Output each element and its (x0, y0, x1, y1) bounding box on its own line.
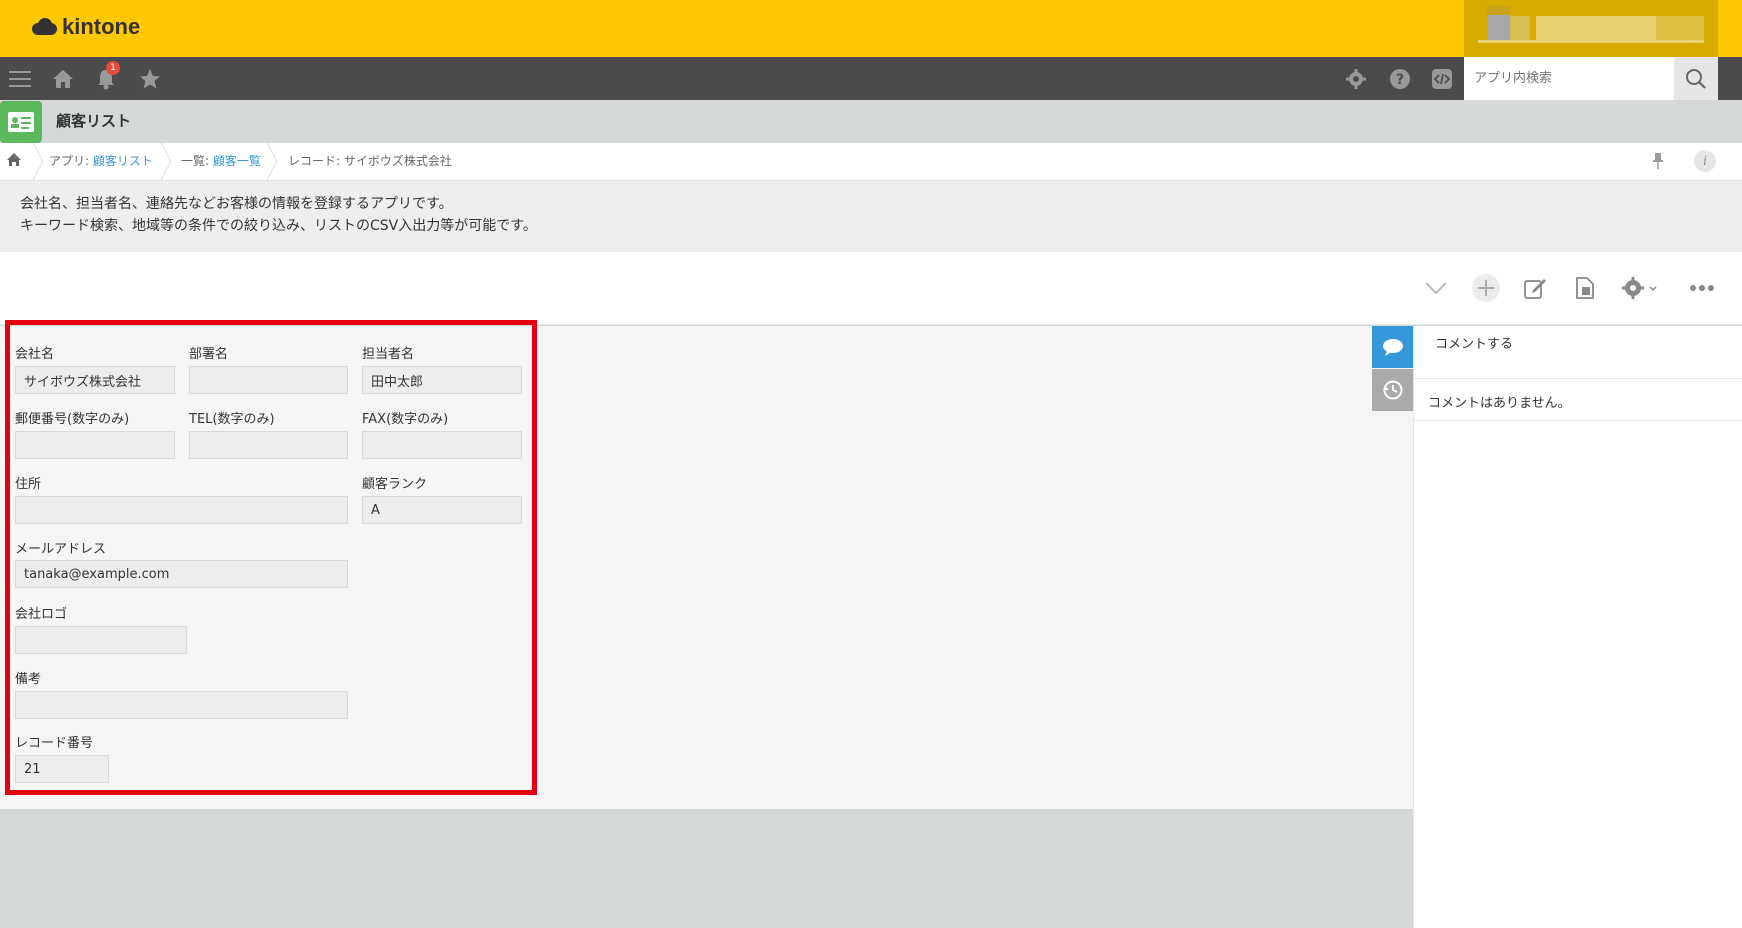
no-comments-text: コメントはありません。 (1428, 396, 1571, 411)
app-bar (0, 100, 1742, 143)
home-icon[interactable] (43, 57, 83, 100)
description-line: キーワード検索、地域等の条件での絞り込み、リストのCSV入出力等が可能です。 (20, 218, 537, 234)
description-line: 会社名、担当者名、連絡先などお客様の情報を登録するアプリです。 (20, 196, 453, 212)
comment-panel (1413, 326, 1742, 928)
breadcrumb-view-link[interactable]: 顧客一覧 (213, 154, 261, 168)
logo-text: kintone (62, 14, 141, 39)
notification-badge: 1 (106, 61, 120, 75)
user-extra-block (1656, 16, 1704, 40)
user-block (1510, 16, 1530, 40)
breadcrumb-separator (32, 143, 44, 180)
post-comment-button[interactable]: コメントする (1435, 333, 1513, 352)
comment-icon[interactable] (1372, 326, 1414, 368)
app-description: 会社名、担当者名、連絡先などお客様の情報を登録するアプリです。 キーワード検索、… (0, 180, 1742, 252)
app-title: 顧客リスト (56, 112, 132, 130)
copy-icon[interactable] (1569, 272, 1601, 304)
breadcrumb-view[interactable]: 一覧: 顧客一覧 (181, 152, 261, 169)
code-icon[interactable] (1422, 57, 1462, 100)
breadcrumb-app[interactable]: アプリ: 顧客リスト (49, 152, 153, 169)
gear-icon[interactable] (1336, 57, 1376, 100)
plus-icon[interactable] (1470, 272, 1502, 304)
divider (1413, 420, 1742, 421)
breadcrumb-app-prefix: アプリ: (49, 154, 93, 168)
divider (1413, 378, 1742, 379)
search-input[interactable] (1464, 57, 1674, 100)
breadcrumb-app-link[interactable]: 顧客リスト (93, 154, 153, 168)
history-icon[interactable] (1372, 369, 1414, 411)
breadcrumb-separator (266, 143, 278, 180)
search-icon[interactable] (1674, 57, 1718, 100)
svg-text:?: ? (1396, 72, 1404, 88)
breadcrumb-view-prefix: 一覧: (181, 154, 213, 168)
breadcrumb-separator (160, 143, 172, 180)
breadcrumb-home-icon[interactable] (6, 152, 22, 172)
user-underline (1478, 40, 1704, 43)
pin-icon[interactable] (1650, 152, 1666, 170)
highlight-frame (5, 320, 537, 795)
edit-icon[interactable] (1519, 272, 1551, 304)
user-name-block (1536, 16, 1656, 40)
kintone-logo[interactable]: kintone (30, 14, 140, 40)
avatar (1487, 6, 1510, 40)
breadcrumb-record: レコード: サイボウズ株式会社 (288, 154, 452, 168)
star-icon[interactable] (130, 57, 170, 100)
help-icon[interactable]: ? (1380, 57, 1420, 100)
chevron-down-icon[interactable] (1420, 272, 1452, 304)
app-icon (0, 101, 42, 143)
info-icon[interactable]: i (1694, 150, 1716, 172)
gear-menu-icon[interactable] (1618, 272, 1664, 304)
menu-icon[interactable] (0, 57, 40, 100)
breadcrumb (0, 143, 1742, 180)
cloud-icon (32, 18, 57, 35)
more-icon[interactable] (1686, 272, 1718, 304)
